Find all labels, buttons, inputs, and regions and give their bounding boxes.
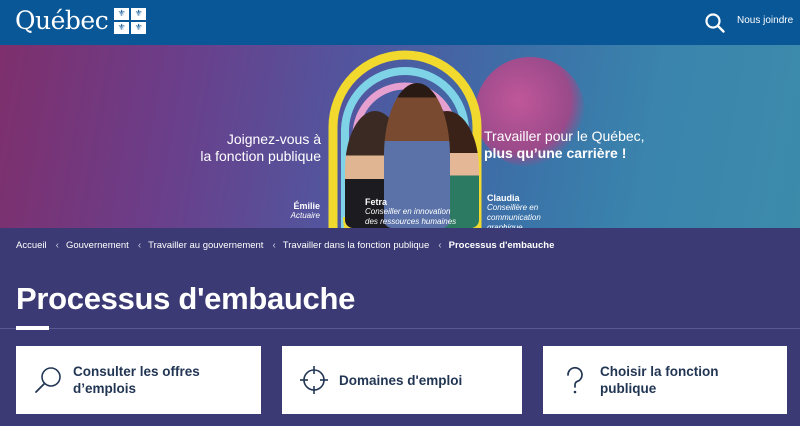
fleur-de-lis-flag-icon: ⚜ ⚜ ⚜ ⚜ (114, 7, 147, 34)
site-header: Québec ⚜ ⚜ ⚜ ⚜ Nous joindre (0, 0, 800, 45)
target-icon (300, 366, 328, 394)
chevron-left-icon: ‹ (137, 240, 142, 251)
card-domaines-emploi[interactable]: Domaines d'emploi (282, 346, 522, 414)
caption-role: Conseillère en (487, 203, 539, 212)
chevron-left-icon: ‹ (438, 240, 442, 251)
breadcrumb-gouvernement[interactable]: Gouvernement (66, 240, 129, 251)
chevron-left-icon: ‹ (272, 240, 276, 251)
search-icon (705, 13, 725, 33)
breadcrumb-fonction-publique[interactable]: Travailler dans la fonction publique (283, 240, 429, 251)
caption-role: des ressources humaines (365, 217, 457, 226)
caption-name: Émilie (293, 201, 320, 211)
chevron-left-icon: ‹ (55, 240, 59, 251)
search-button[interactable] (704, 12, 726, 34)
breadcrumb-accueil[interactable]: Accueil (16, 240, 47, 251)
logo-text: Québec (15, 6, 109, 35)
breadcrumb-current: Processus d'embauche (448, 240, 555, 251)
breadcrumb-travailler-gouvernement[interactable]: Travailler au gouvernement (148, 240, 263, 251)
caption-emilie: Émilie Actuaire (278, 201, 320, 221)
card-label-line: d’emplois (73, 381, 137, 396)
caption-fetra: Fetra Conseiller en innovation des resso… (365, 197, 460, 227)
card-consulter-offres[interactable]: Consulter les offres d’emplois (16, 346, 261, 414)
card-label-line: Consulter les offres (73, 364, 200, 379)
title-underline (16, 326, 49, 330)
tagline-right-line1: Travailler pour le Québec, (484, 128, 645, 144)
card-label: Consulter les offres d’emplois (73, 363, 200, 397)
caption-name: Claudia (487, 193, 520, 203)
search-icon (35, 367, 61, 393)
tagline-left-line1: Joignez-vous à (226, 131, 321, 147)
caption-name: Fetra (365, 197, 388, 207)
divider (0, 328, 800, 329)
card-label-line: publique (600, 381, 657, 396)
breadcrumb: Accueil ‹ Gouvernement ‹ Travailler au g… (16, 240, 554, 251)
card-label-line: Domaines d'emploi (339, 372, 463, 388)
card-label-line: Choisir la fonction (600, 364, 719, 379)
caption-claudia: Claudia Conseillère en communication gra… (487, 193, 577, 228)
caption-role: communication graphique (487, 213, 541, 228)
caption-role: Actuaire (290, 211, 320, 220)
contact-link[interactable]: Nous joindre (737, 15, 793, 26)
hero-banner[interactable]: Joignez-vous à la fonction publique Trav… (0, 45, 800, 228)
page-title: Processus d'embauche (16, 281, 356, 316)
banner-tagline-left: Joignez-vous à la fonction publique (200, 131, 321, 165)
caption-role: Conseiller en innovation (365, 207, 451, 216)
card-choisir-fonction-publique[interactable]: Choisir la fonction publique (543, 346, 787, 414)
question-icon (567, 366, 583, 394)
card-label: Choisir la fonction publique (600, 363, 719, 397)
card-label: Domaines d'emploi (339, 372, 462, 389)
tagline-left-line2: la fonction publique (200, 148, 321, 164)
tagline-right-line2: plus qu’une carrière ! (484, 145, 627, 161)
banner-tagline-right: Travailler pour le Québec, plus qu’une c… (484, 128, 645, 162)
quebec-logo[interactable]: Québec ⚜ ⚜ ⚜ ⚜ (15, 6, 147, 35)
